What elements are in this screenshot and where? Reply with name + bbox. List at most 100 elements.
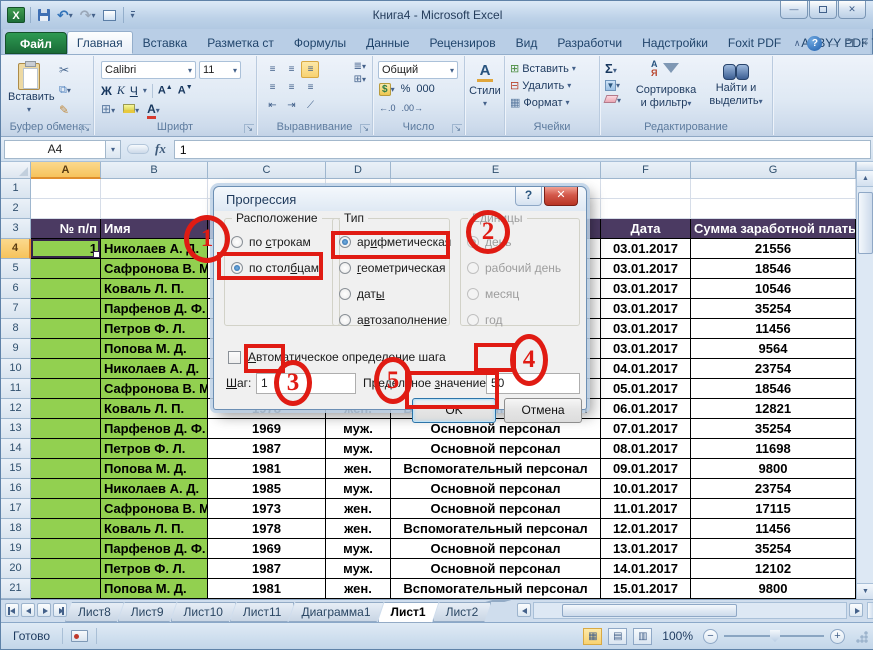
cell-B16[interactable]: Николаев А. Д. (101, 479, 208, 499)
wrap-text-button[interactable]: ≣▾ (354, 61, 366, 72)
cell-A10[interactable] (31, 359, 101, 379)
cell-F5[interactable]: 03.01.2017 (601, 259, 691, 279)
cell-G10[interactable]: 23754 (691, 359, 856, 379)
row-header-12[interactable]: 12 (1, 399, 31, 419)
cell-G21[interactable]: 9800 (691, 579, 856, 599)
cell-A3[interactable]: № п/п (31, 219, 101, 239)
next-sheet-button[interactable] (37, 603, 51, 617)
cell-B4[interactable]: Николаев А. Д. (101, 239, 208, 259)
cell-G13[interactable]: 35254 (691, 419, 856, 439)
paste-button[interactable]: Вставить (7, 60, 51, 118)
delete-cells-button[interactable]: ⊟Удалить▾ (510, 79, 576, 92)
cell-A2[interactable] (31, 199, 101, 219)
cell-B11[interactable]: Сафронова В. М. (101, 379, 208, 399)
cell-C19[interactable]: 1969 (208, 539, 326, 559)
row-header-16[interactable]: 16 (1, 479, 31, 499)
cell-D18[interactable]: жен. (326, 519, 391, 539)
row-header-2[interactable]: 2 (1, 199, 31, 219)
align-left-button[interactable]: ≡ (263, 79, 281, 96)
tab-split-handle[interactable] (867, 602, 873, 619)
row-header-7[interactable]: 7 (1, 299, 31, 319)
page-layout-view-button[interactable]: ▤ (608, 628, 627, 645)
cell-B17[interactable]: Сафронова В. М. (101, 499, 208, 519)
cut-button[interactable]: ✂ (57, 62, 73, 78)
cell-B1[interactable] (101, 179, 208, 199)
font-color-button[interactable]: А▾ (147, 102, 160, 116)
sheet-tab-Диаграмма1[interactable]: Диаграмма1 (288, 602, 383, 622)
tab-scroll-left-button[interactable] (517, 603, 531, 617)
cell-G11[interactable]: 18546 (691, 379, 856, 399)
touch-mode-button[interactable] (101, 6, 118, 24)
align-right-button[interactable]: ≡ (301, 79, 319, 96)
sheet-tab-Лист1[interactable]: Лист1 (378, 602, 439, 623)
cell-G6[interactable]: 10546 (691, 279, 856, 299)
cell-D17[interactable]: жен. (326, 499, 391, 519)
cell-C20[interactable]: 1987 (208, 559, 326, 579)
cell-F11[interactable]: 05.01.2017 (601, 379, 691, 399)
cell-C16[interactable]: 1985 (208, 479, 326, 499)
fill-button[interactable]: ▼▾ (605, 79, 621, 91)
cell-F15[interactable]: 09.01.2017 (601, 459, 691, 479)
cell-G1[interactable] (691, 179, 856, 199)
cell-B2[interactable] (101, 199, 208, 219)
decrease-decimal-button[interactable]: .00→ (402, 103, 424, 113)
cell-F21[interactable]: 15.01.2017 (601, 579, 691, 599)
copy-button[interactable]: ⧉▾ (57, 82, 73, 98)
column-header-F[interactable]: F (601, 162, 691, 179)
tab-Формулы[interactable]: Формулы (284, 31, 356, 54)
cell-G9[interactable]: 9564 (691, 339, 856, 359)
font-size-select[interactable]: 11▾ (199, 61, 241, 79)
cell-E14[interactable]: Основной персонал (391, 439, 601, 459)
column-header-A[interactable]: A (31, 162, 101, 179)
cell-A8[interactable] (31, 319, 101, 339)
row-header-20[interactable]: 20 (1, 559, 31, 579)
cell-C14[interactable]: 1987 (208, 439, 326, 459)
cell-F18[interactable]: 12.01.2017 (601, 519, 691, 539)
row-header-3[interactable]: 3 (1, 219, 31, 239)
cell-E19[interactable]: Основной персонал (391, 539, 601, 559)
row-header-15[interactable]: 15 (1, 459, 31, 479)
radio-арифметическая[interactable]: арифметическая (339, 229, 447, 255)
cell-B3[interactable]: Имя (101, 219, 208, 239)
tab-Разметка ст[interactable]: Разметка ст (197, 31, 284, 54)
cell-B19[interactable]: Парфенов Д. Ф. (101, 539, 208, 559)
cell-F10[interactable]: 04.01.2017 (601, 359, 691, 379)
first-sheet-button[interactable] (5, 603, 19, 617)
insert-cells-button[interactable]: ⊞Вставить▾ (510, 62, 576, 75)
row-header-21[interactable]: 21 (1, 579, 31, 599)
column-header-D[interactable]: D (326, 162, 391, 179)
cell-A16[interactable] (31, 479, 101, 499)
cell-A11[interactable] (31, 379, 101, 399)
cell-A20[interactable] (31, 559, 101, 579)
cell-B13[interactable]: Парфенов Д. Ф. (101, 419, 208, 439)
cell-F19[interactable]: 13.01.2017 (601, 539, 691, 559)
cell-D19[interactable]: муж. (326, 539, 391, 559)
format-cells-button[interactable]: ▦Формат▾ (510, 96, 576, 109)
orientation-button[interactable]: ⟋ (301, 97, 319, 114)
cell-A5[interactable] (31, 259, 101, 279)
find-select-button[interactable]: Найти ивыделить▾ (704, 60, 768, 108)
cell-G17[interactable]: 17115 (691, 499, 856, 519)
row-header-10[interactable]: 10 (1, 359, 31, 379)
cancel-button[interactable]: Отмена (504, 398, 582, 423)
insert-function-icon[interactable]: fx (155, 141, 166, 157)
page-break-view-button[interactable]: ▥ (633, 628, 652, 645)
close-button[interactable]: ✕ (838, 1, 866, 19)
row-header-17[interactable]: 17 (1, 499, 31, 519)
styles-button[interactable]: А Стили ▾ (468, 60, 502, 120)
cell-D13[interactable]: муж. (326, 419, 391, 439)
cell-G18[interactable]: 11456 (691, 519, 856, 539)
cell-G12[interactable]: 12821 (691, 399, 856, 419)
cell-A4[interactable]: 1 (31, 239, 101, 259)
cell-A9[interactable] (31, 339, 101, 359)
help-icon[interactable]: ? (807, 36, 822, 51)
cell-E20[interactable]: Основной персонал (391, 559, 601, 579)
cell-B14[interactable]: Петров Ф. Л. (101, 439, 208, 459)
cell-A7[interactable] (31, 299, 101, 319)
tab-Главная[interactable]: Главная (67, 31, 133, 54)
row-header-5[interactable]: 5 (1, 259, 31, 279)
cell-G5[interactable]: 18546 (691, 259, 856, 279)
cell-G7[interactable]: 35254 (691, 299, 856, 319)
tab-Вставка[interactable]: Вставка (133, 31, 198, 54)
italic-button[interactable]: К (117, 83, 125, 98)
